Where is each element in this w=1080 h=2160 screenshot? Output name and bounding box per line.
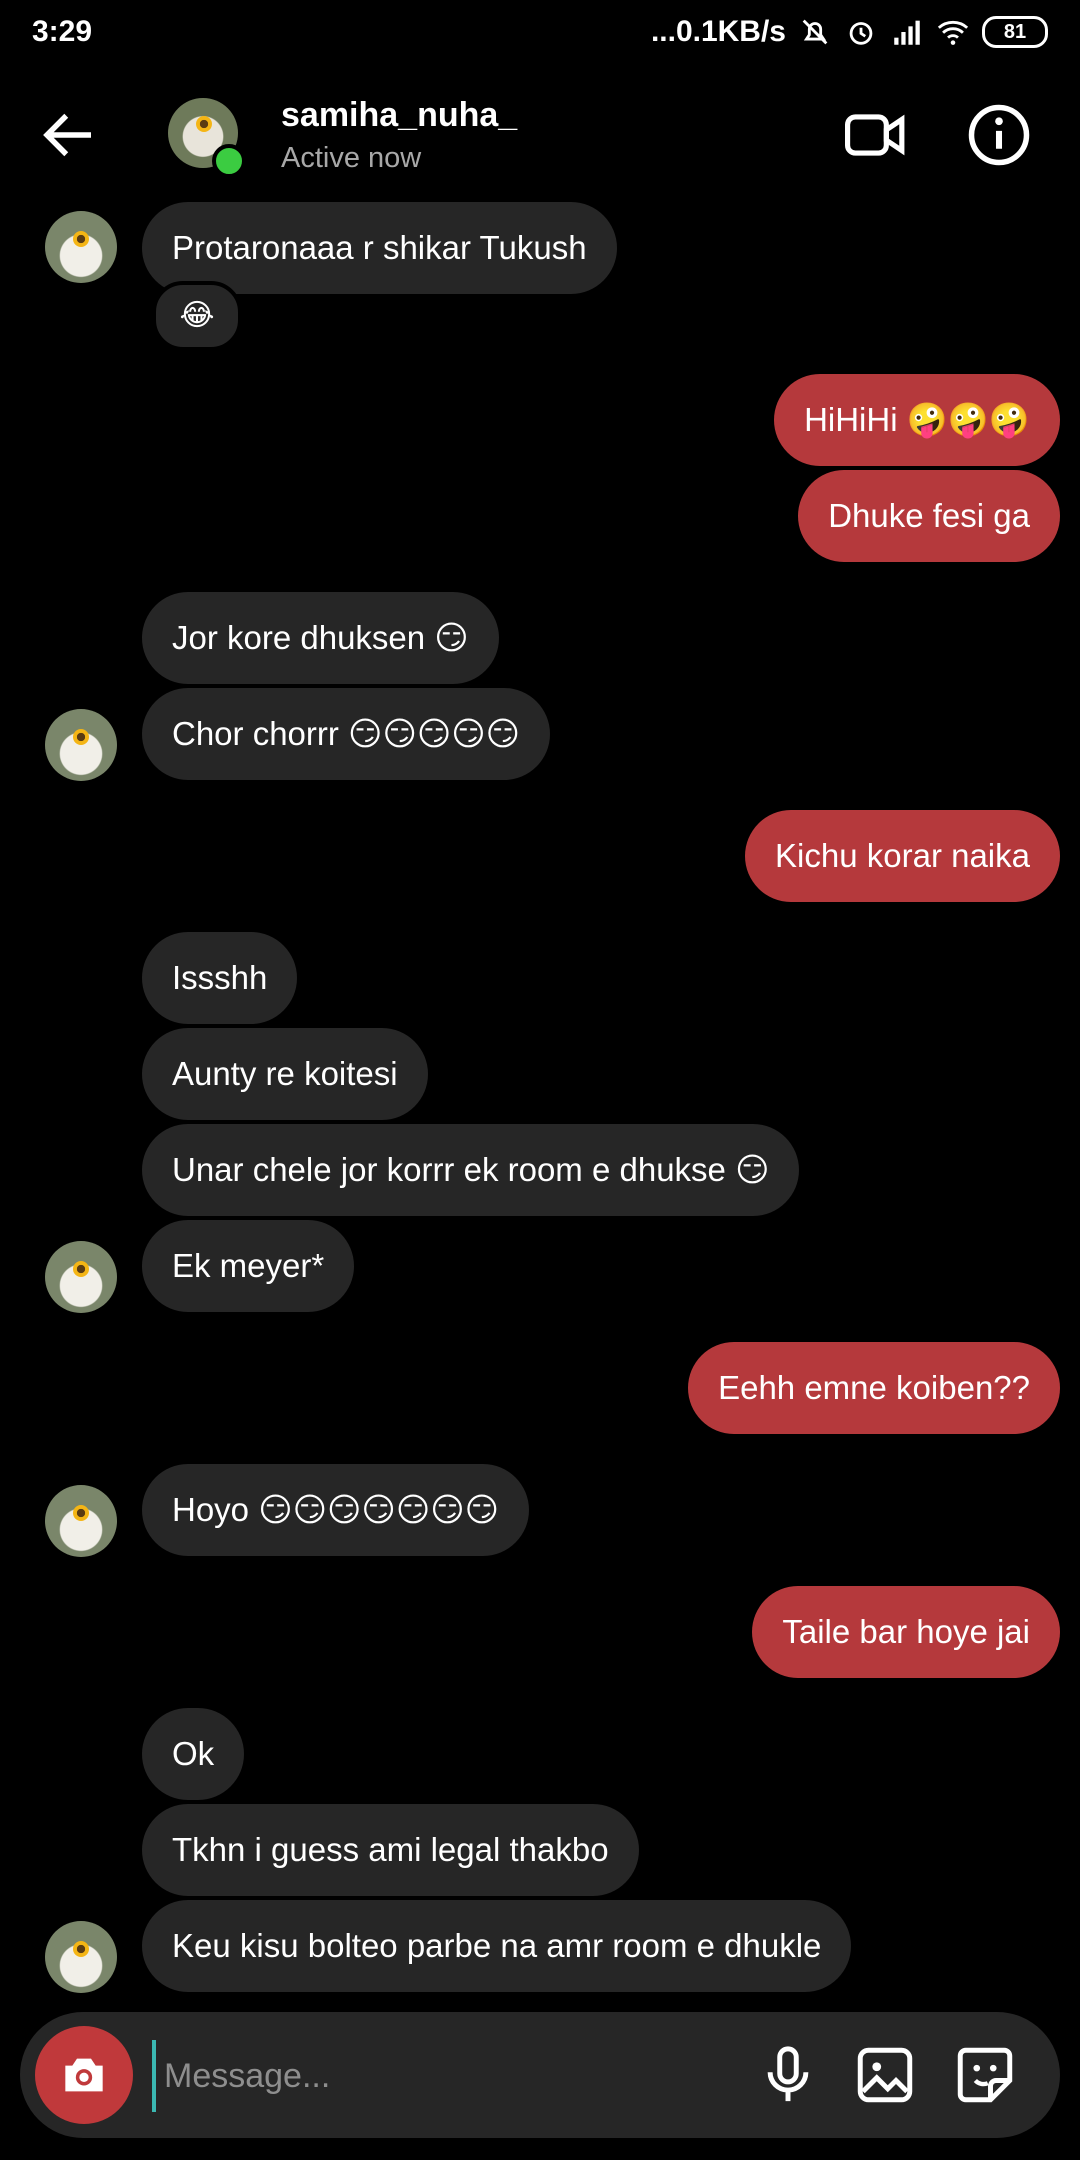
sender-avatar[interactable] bbox=[45, 709, 117, 781]
message-bubble-incoming[interactable]: Ok bbox=[142, 1708, 245, 1800]
message-bubble-outgoing[interactable]: Kichu korar naika bbox=[745, 810, 1060, 902]
sender-avatar[interactable] bbox=[45, 1241, 117, 1313]
message-bubble-incoming[interactable]: Unar chele jor korrr ek room e dhukse 😏 bbox=[142, 1124, 800, 1216]
sender-avatar[interactable] bbox=[45, 1485, 117, 1557]
message-bubble-incoming[interactable]: Hoyo 😏😏😏😏😏😏😏 bbox=[142, 1464, 530, 1556]
contact-status: Active now bbox=[281, 142, 422, 174]
microphone-icon[interactable] bbox=[755, 2042, 821, 2108]
wifi-icon bbox=[937, 20, 969, 45]
message-bubble-outgoing[interactable]: Taile bar hoye jai bbox=[752, 1586, 1060, 1678]
message-reaction[interactable]: 😂 bbox=[152, 281, 242, 351]
status-bar: 3:29 ...0.1KB/s 81 bbox=[0, 0, 1080, 64]
info-icon[interactable] bbox=[966, 102, 1032, 168]
message-list[interactable]: Protaronaaa r shikar Tukush 😂 HiHiHi 🤪🤪🤪… bbox=[0, 200, 1080, 2000]
message-bubble-incoming[interactable]: Keu kisu bolteo parbe na amr room e dhuk… bbox=[142, 1900, 852, 1992]
camera-button[interactable] bbox=[35, 2026, 133, 2124]
message-bubble-incoming[interactable]: Ek meyer* bbox=[142, 1220, 355, 1312]
sender-avatar[interactable] bbox=[45, 1921, 117, 1993]
signal-icon bbox=[894, 20, 920, 45]
video-call-icon[interactable] bbox=[842, 104, 910, 166]
back-arrow-icon[interactable] bbox=[36, 102, 102, 168]
message-bubble-outgoing[interactable]: Eehh emne koiben?? bbox=[688, 1342, 1060, 1434]
message-bubble-incoming[interactable]: Aunty re koitesi bbox=[142, 1028, 428, 1120]
alarm-icon bbox=[849, 22, 873, 45]
message-input[interactable] bbox=[152, 2040, 726, 2112]
status-icons: ...0.1KB/s 81 bbox=[651, 15, 1048, 49]
message-bubble-incoming[interactable]: Jor kore dhuksen 😏 bbox=[142, 592, 499, 684]
message-bubble-outgoing[interactable]: HiHiHi 🤪🤪🤪 bbox=[774, 374, 1060, 466]
message-bubble-incoming[interactable]: Tkhn i guess ami legal thakbo bbox=[142, 1804, 639, 1896]
status-time: 3:29 bbox=[32, 15, 93, 48]
contact-username[interactable]: samiha_nuha_ bbox=[281, 96, 517, 135]
mute-bell-icon bbox=[802, 19, 828, 45]
online-indicator bbox=[212, 144, 246, 178]
camera-icon bbox=[65, 2058, 103, 2092]
battery-indicator: 81 bbox=[982, 16, 1048, 48]
network-speed: ...0.1KB/s bbox=[650, 15, 786, 48]
message-bubble-incoming[interactable]: Issshh bbox=[142, 932, 298, 1024]
chat-header: samiha_nuha_ Active now bbox=[0, 80, 1080, 190]
message-bubble-outgoing[interactable]: Dhuke fesi ga bbox=[798, 470, 1060, 562]
message-bubble-incoming[interactable]: Chor chorrr 😏😏😏😏😏 bbox=[142, 688, 551, 780]
gallery-icon[interactable] bbox=[852, 2042, 918, 2108]
sticker-icon[interactable] bbox=[952, 2042, 1018, 2108]
message-composer bbox=[20, 2012, 1060, 2138]
sender-avatar[interactable] bbox=[45, 211, 117, 283]
